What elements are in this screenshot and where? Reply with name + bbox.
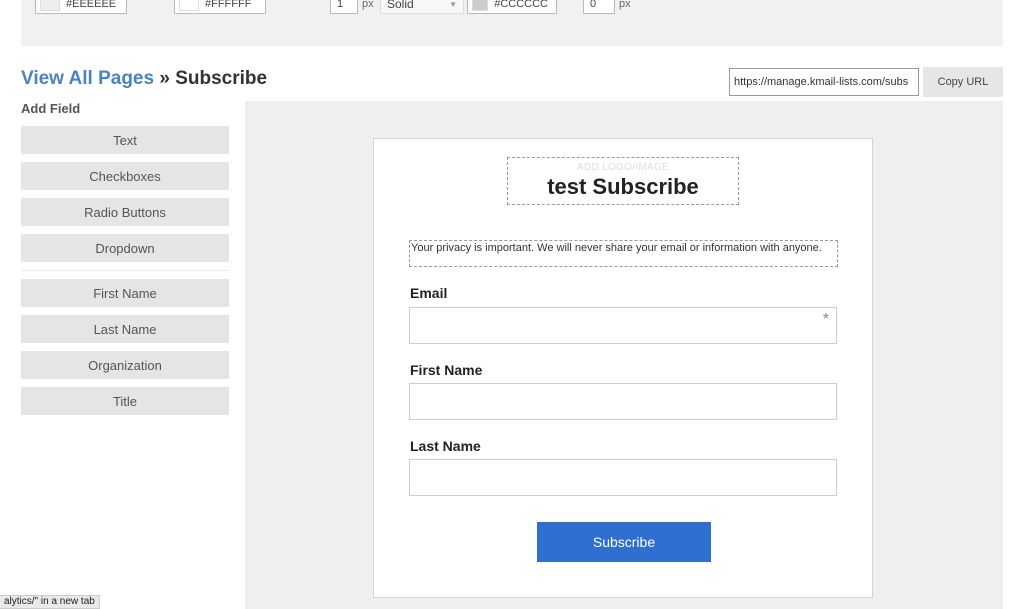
email-field[interactable]: * bbox=[409, 307, 837, 344]
last-name-label: Last Name bbox=[410, 438, 481, 454]
add-text-field-button[interactable]: Text bbox=[21, 126, 229, 154]
add-dropdown-button[interactable]: Dropdown bbox=[21, 234, 229, 262]
form-color-picker[interactable]: #FFFFFF bbox=[174, 0, 266, 14]
form-color-field[interactable]: #FFFFFF bbox=[174, 0, 266, 14]
link-status-tooltip: alytics/" in a new tab bbox=[0, 595, 100, 609]
background-color-picker[interactable]: #EEEEEE bbox=[35, 0, 127, 14]
copy-url-button[interactable]: Copy URL bbox=[923, 67, 1003, 97]
background-color-value: #EEEEEE bbox=[66, 0, 117, 10]
add-field-list: Text Checkboxes Radio Buttons Dropdown F… bbox=[21, 126, 229, 423]
first-name-label: First Name bbox=[410, 362, 483, 378]
border-style-value: Solid bbox=[387, 0, 414, 11]
subscribe-form: ADD LOGO/IMAGE test Subscribe Your priva… bbox=[373, 138, 873, 598]
email-label: Email bbox=[410, 285, 448, 301]
add-last-name-button[interactable]: Last Name bbox=[21, 315, 229, 343]
add-first-name-button[interactable]: First Name bbox=[21, 279, 229, 307]
subscribe-button[interactable]: Subscribe bbox=[537, 522, 711, 562]
add-field-title: Add Field bbox=[21, 101, 81, 116]
border-color-picker[interactable]: #CCCCCC bbox=[467, 0, 557, 14]
first-name-field[interactable] bbox=[409, 383, 837, 420]
page-url-input[interactable] bbox=[729, 68, 919, 96]
border-color-field[interactable]: #CCCCCC bbox=[467, 0, 557, 14]
add-radio-buttons-button[interactable]: Radio Buttons bbox=[21, 198, 229, 226]
required-asterisk-icon: * bbox=[822, 311, 829, 328]
add-logo-placeholder[interactable]: ADD LOGO/IMAGE bbox=[508, 162, 738, 173]
border-width-unit: px bbox=[362, 0, 374, 10]
border-style-select[interactable]: Solid ▼ bbox=[380, 0, 464, 14]
privacy-text[interactable]: Your privacy is important. We will never… bbox=[409, 240, 838, 267]
background-swatch bbox=[40, 0, 60, 11]
radius-input[interactable]: 0 bbox=[583, 0, 615, 14]
breadcrumb-separator: » bbox=[154, 68, 176, 89]
breadcrumb-current: Subscribe bbox=[175, 68, 268, 89]
add-title-button[interactable]: Title bbox=[21, 387, 229, 415]
radius-unit: px bbox=[619, 0, 631, 10]
add-checkboxes-button[interactable]: Checkboxes bbox=[21, 162, 229, 190]
page-title: View All Pages » Subscribe bbox=[21, 68, 267, 90]
chevron-down-icon: ▼ bbox=[449, 0, 457, 9]
background-color-field[interactable]: #EEEEEE bbox=[35, 0, 127, 14]
border-color-value: #CCCCCC bbox=[494, 0, 548, 10]
last-name-field[interactable] bbox=[409, 459, 837, 496]
form-swatch bbox=[179, 0, 199, 11]
url-bar: Copy URL bbox=[729, 67, 1003, 97]
field-list-divider bbox=[21, 270, 229, 271]
form-preview-canvas: ADD LOGO/IMAGE test Subscribe Your priva… bbox=[245, 101, 1003, 609]
form-title: test Subscribe bbox=[547, 174, 699, 199]
view-all-pages-link[interactable]: View All Pages bbox=[21, 68, 154, 89]
logo-title-block[interactable]: ADD LOGO/IMAGE test Subscribe bbox=[507, 157, 739, 205]
border-width-input[interactable]: 1 bbox=[330, 0, 358, 14]
add-organization-button[interactable]: Organization bbox=[21, 351, 229, 379]
form-color-value: #FFFFFF bbox=[205, 0, 252, 10]
style-toolbar: #EEEEEE #FFFFFF 1 px Solid ▼ #CCCCCC 0 p… bbox=[21, 0, 1003, 46]
border-swatch bbox=[472, 0, 489, 11]
